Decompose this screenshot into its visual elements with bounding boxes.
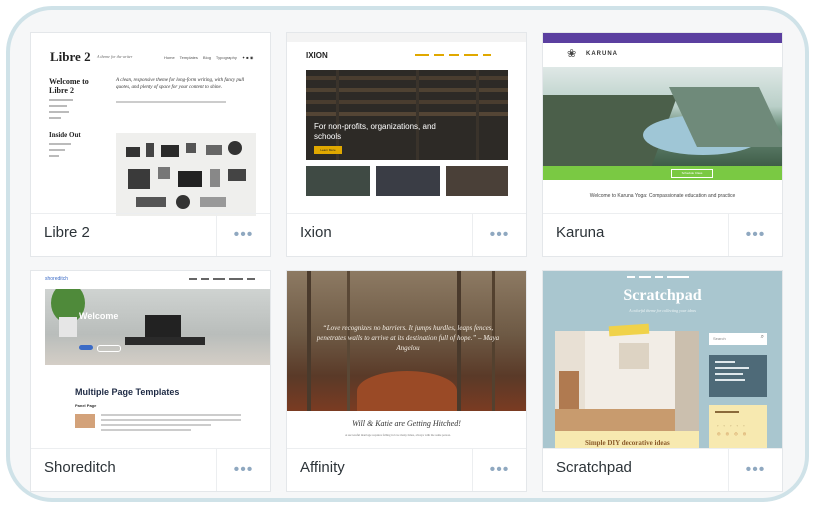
theme-preview-karuna[interactable]: ❀ KARUNA Schedule Class Welcome to Karun…: [543, 33, 782, 216]
theme-card-affinity[interactable]: “Love recognizes no barriers. It jumps h…: [286, 270, 527, 492]
preview-headline: For non-profits, organizations, and scho…: [314, 122, 436, 141]
preview-caption: Simple DIY decorative ideas: [585, 439, 670, 447]
more-options-button[interactable]: •••: [472, 214, 526, 256]
preview-caption-box: Simple DIY decorative ideas: [555, 431, 699, 449]
theme-label-bar: Affinity •••: [287, 448, 526, 491]
preview-logo: Scratchpad: [623, 287, 702, 304]
theme-card-libre-2[interactable]: Libre 2 A theme for the writer Home Temp…: [30, 32, 271, 257]
theme-card-karuna[interactable]: ❀ KARUNA Schedule Class Welcome to Karun…: [542, 32, 783, 257]
theme-name[interactable]: Ixion: [300, 224, 332, 241]
theme-preview-affinity[interactable]: “Love recognizes no barriers. It jumps h…: [287, 271, 526, 449]
preview-tile: [446, 166, 508, 196]
preview-topbar: [543, 33, 782, 43]
theme-name[interactable]: Shoreditch: [44, 459, 116, 476]
theme-preview-scratchpad[interactable]: Scratchpad A colorful theme for collecti…: [543, 271, 782, 449]
preview-logo: IXION: [306, 51, 328, 60]
preview-sub: A successful marriage requires falling i…: [345, 433, 451, 437]
theme-name[interactable]: Libre 2: [44, 224, 90, 241]
theme-preview-shoreditch[interactable]: shoreditch Welcome Multiple Page Templat…: [31, 271, 270, 449]
lotus-logo-icon: ❀: [567, 48, 577, 60]
theme-name[interactable]: Affinity: [300, 459, 345, 476]
preview-tagline: A colorful theme for collecting your ide…: [629, 308, 696, 313]
theme-name[interactable]: Scratchpad: [556, 459, 632, 476]
preview-sidebar-lines-2: [49, 143, 71, 157]
preview-sidebar-lines: [49, 99, 73, 119]
preview-section-title: Multiple Page Templates: [75, 387, 180, 397]
more-options-button[interactable]: •••: [728, 449, 782, 491]
preview-cta-button: Learn More: [314, 146, 342, 154]
preview-calendar-widget: ◦ ◦ ◦ ◦ ◦ ◎ ◎ ◎ ◎: [709, 405, 767, 449]
preview-logo: shoreditch: [45, 276, 69, 282]
preview-nav: [189, 278, 255, 280]
preview-flatlay-image: [116, 133, 256, 216]
search-icon: ⌕: [760, 334, 764, 340]
preview-sidebar-title-2: Inside Out: [49, 131, 81, 139]
more-options-button[interactable]: •••: [216, 449, 270, 491]
preview-hero-button: [97, 345, 121, 352]
more-options-button[interactable]: •••: [472, 449, 526, 491]
preview-sidebar-title: Welcome to Libre 2: [49, 77, 89, 95]
preview-headline: Will & Katie are Getting Hitched!: [352, 419, 461, 428]
preview-banner: Schedule Class: [543, 166, 782, 180]
preview-logo: KARUNA: [586, 51, 618, 57]
theme-name[interactable]: Karuna: [556, 224, 604, 241]
theme-label-bar: Scratchpad •••: [543, 448, 782, 491]
preview-text-lines: [101, 414, 241, 431]
preview-nav-item: Blog: [202, 55, 211, 60]
preview-hero-image: Welcome: [45, 289, 270, 365]
theme-card-shoreditch[interactable]: shoreditch Welcome Multiple Page Templat…: [30, 270, 271, 492]
social-icons: ✦ ■ ◉: [241, 55, 254, 60]
preview-nav-item: Templates: [179, 55, 198, 60]
preview-widget: [709, 355, 767, 397]
theme-card-ixion[interactable]: IXION For non-profits, organizations, an…: [286, 32, 527, 257]
theme-label-bar: Libre 2 •••: [31, 213, 270, 256]
more-options-button[interactable]: •••: [216, 214, 270, 256]
preview-hero-image: [543, 67, 782, 166]
preview-nav: [627, 276, 689, 278]
preview-subsection: Panel Page: [75, 403, 97, 408]
preview-hero-title: Welcome: [79, 311, 119, 321]
preview-tagline: A theme for the writer: [97, 54, 133, 59]
theme-label-bar: Shoreditch •••: [31, 448, 270, 491]
preview-quote: “Love recognizes no barriers. It jumps h…: [316, 324, 500, 352]
theme-preview-ixion[interactable]: IXION For non-profits, organizations, an…: [287, 33, 526, 216]
preview-intro: A clean, responsive theme for long-form …: [116, 78, 245, 90]
preview-search-box: Search ⌕: [709, 333, 767, 345]
more-options-button[interactable]: •••: [728, 214, 782, 256]
preview-search-label: Search: [713, 336, 726, 341]
preview-post-image: [555, 331, 699, 435]
preview-nav-item: Typography: [215, 55, 237, 60]
preview-hero-image: For non-profits, organizations, and scho…: [306, 70, 508, 160]
preview-nav: [415, 54, 491, 56]
preview-thumb-image: [75, 414, 95, 428]
preview-text-line: [116, 101, 226, 103]
preview-hero-image: “Love recognizes no barriers. It jumps h…: [287, 271, 526, 411]
preview-logo: Libre 2: [50, 49, 91, 64]
theme-card-scratchpad[interactable]: Scratchpad A colorful theme for collecti…: [542, 270, 783, 492]
preview-banner-button: Schedule Class: [671, 169, 713, 178]
preview-nav: Home Templates Blog Typography ✦ ■ ◉: [164, 55, 253, 60]
preview-hero-button: [79, 345, 93, 350]
preview-nav-item: Home: [164, 55, 175, 60]
theme-label-bar: Karuna •••: [543, 213, 782, 256]
preview-tile: [376, 166, 440, 196]
preview-welcome: Welcome to Karuna Yoga: Compassionate ed…: [589, 193, 736, 199]
preview-tile: [306, 166, 370, 196]
theme-preview-libre-2[interactable]: Libre 2 A theme for the writer Home Temp…: [31, 33, 270, 216]
browser-bar: [287, 33, 526, 42]
theme-label-bar: Ixion •••: [287, 213, 526, 256]
